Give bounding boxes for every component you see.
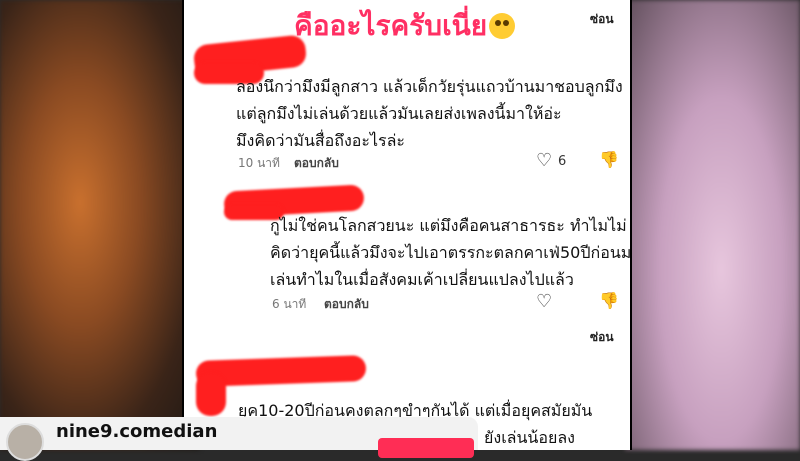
dislike-icon[interactable]: 👎 xyxy=(599,150,619,169)
hide-link[interactable]: ซ่อน xyxy=(590,328,614,347)
blurred-background-right xyxy=(625,0,800,450)
comment-line: กูไม่ใช่คนโลกสวยนะ แต่มึงคือคนสาธารธะ ทำ… xyxy=(270,216,627,235)
page-title: คืออะไรครับเนี่ย xyxy=(294,4,516,48)
reply-button[interactable]: ตอบกลับ xyxy=(324,295,369,314)
comment-line: ลองนึกว่ามึงมีลูกสาว แล้วเด็กวัยรุ่นแถวบ… xyxy=(236,77,623,96)
redaction-scribble xyxy=(196,372,226,416)
avatar[interactable] xyxy=(6,423,44,461)
like-count: 6 xyxy=(558,154,567,169)
flushed-face-icon xyxy=(489,13,516,39)
follow-button[interactable] xyxy=(378,438,474,458)
comment-time: 10 นาที xyxy=(238,156,280,170)
heart-icon[interactable]: ♡ xyxy=(536,291,552,312)
comment-line: มึงคิดว่ามันสื่อถึงอะไรล่ะ xyxy=(236,131,406,150)
comment-time: 6 นาที xyxy=(272,297,307,311)
comment-text: กูไม่ใช่คนโลกสวยนะ แต่มึงคือคนสาธารธะ ทำ… xyxy=(270,212,632,293)
comment-screenshot-panel: คืออะไรครับเนี่ย ซ่อน ลองนึกว่ามึงมีลูกส… xyxy=(182,0,632,450)
title-text: คืออะไรครับเนี่ย xyxy=(294,9,488,42)
comment-line: เล่นทำไมในเมื่อสังคมเค้าเปลี่ยนแปลงไปแล้… xyxy=(270,270,574,289)
blurred-background-left xyxy=(0,0,200,450)
comment-line: แต่ลูกมึงไม่เล่นด้วยแล้วมันเลยส่งเพลงนี้… xyxy=(236,104,562,123)
reply-button[interactable]: ตอบกลับ xyxy=(294,154,339,173)
dislike-icon[interactable]: 👎 xyxy=(599,291,619,310)
comment-line: คิดว่ายุคนี้แล้วมึงจะไปเอาตรรกะตลกคาเฟ่5… xyxy=(270,243,632,262)
account-name[interactable]: nine9.comedian xyxy=(56,421,217,442)
hide-link[interactable]: ซ่อน xyxy=(590,10,614,29)
heart-icon[interactable]: ♡ xyxy=(536,150,552,171)
comment-text: ลองนึกว่ามึงมีลูกสาว แล้วเด็กวัยรุ่นแถวบ… xyxy=(236,73,623,154)
